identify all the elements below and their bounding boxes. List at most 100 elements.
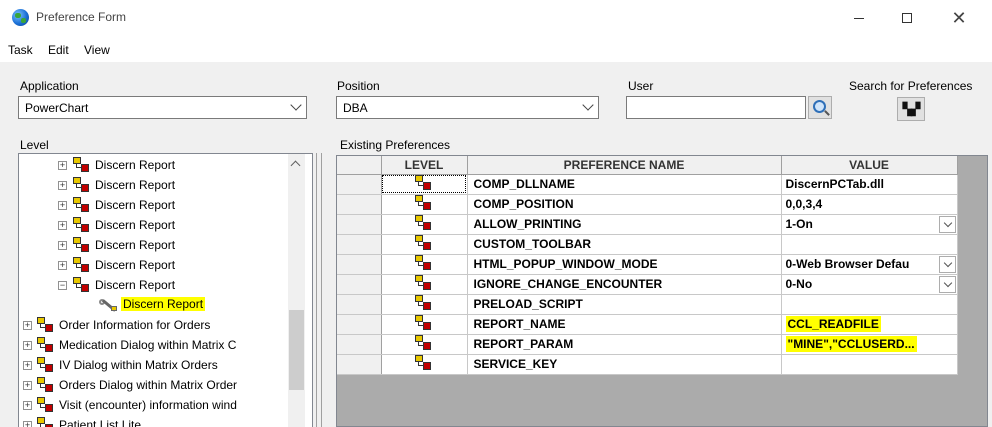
preference-name-cell[interactable]: ALLOW_PRINTING: [467, 214, 782, 235]
chevron-down-icon[interactable]: [938, 215, 956, 233]
preference-value-cell[interactable]: 0-Web Browser Defau: [781, 254, 958, 275]
tree-item-label: Order Information for Orders: [59, 318, 211, 332]
row-header[interactable]: [337, 214, 382, 235]
user-label: User: [628, 79, 654, 93]
title-bar: Preference Form ✕: [0, 0, 992, 36]
expand-icon[interactable]: +: [58, 241, 67, 250]
expand-icon[interactable]: +: [23, 321, 32, 330]
level-cell[interactable]: [381, 274, 468, 295]
row-header[interactable]: [337, 294, 382, 315]
user-input[interactable]: [626, 96, 806, 119]
table-row[interactable]: IGNORE_CHANGE_ENCOUNTER 0-No: [337, 274, 958, 295]
preference-name-cell[interactable]: REPORT_PARAM: [467, 334, 782, 355]
tree-item-label: Discern Report: [95, 158, 176, 172]
minimize-button[interactable]: [836, 0, 882, 36]
preference-value-cell[interactable]: DiscernPCTab.dll: [781, 174, 958, 195]
table-row[interactable]: COMP_POSITION 0,0,3,4: [337, 194, 958, 215]
application-label: Application: [20, 79, 79, 93]
table-row[interactable]: REPORT_NAME CCL_READFILE: [337, 314, 958, 335]
expand-icon[interactable]: +: [58, 221, 67, 230]
preference-name-cell[interactable]: CUSTOM_TOOLBAR: [467, 234, 782, 255]
table-row[interactable]: SERVICE_KEY: [337, 354, 958, 375]
level-cell[interactable]: [381, 334, 468, 355]
table-row[interactable]: CUSTOM_TOOLBAR: [337, 234, 958, 255]
expand-icon[interactable]: +: [23, 341, 32, 350]
position-select[interactable]: DBA: [336, 96, 599, 119]
scroll-up-icon[interactable]: [290, 160, 301, 171]
tree-item-label: Discern Report: [95, 238, 176, 252]
user-search-button[interactable]: [808, 96, 832, 119]
column-header-value[interactable]: VALUE: [781, 156, 958, 175]
maximize-button[interactable]: [884, 0, 930, 36]
expand-icon[interactable]: +: [23, 421, 32, 427]
level-cell[interactable]: [381, 314, 468, 335]
preference-value-cell[interactable]: [781, 294, 958, 315]
preference-name-cell[interactable]: IGNORE_CHANGE_ENCOUNTER: [467, 274, 782, 295]
expand-icon[interactable]: +: [58, 201, 67, 210]
chevron-down-icon: [582, 99, 594, 111]
level-cell[interactable]: [381, 234, 468, 255]
preference-name-cell[interactable]: COMP_DLLNAME: [467, 174, 782, 195]
preference-value-cell[interactable]: 0,0,3,4: [781, 194, 958, 215]
tree-item-label: Medication Dialog within Matrix C: [59, 338, 237, 352]
magnifier-icon: [812, 100, 826, 113]
row-header[interactable]: [337, 334, 382, 355]
preference-level-icon: [415, 274, 433, 291]
application-select[interactable]: PowerChart: [18, 96, 307, 119]
collapse-icon[interactable]: −: [58, 281, 67, 290]
menu-edit[interactable]: Edit: [48, 43, 69, 57]
row-header[interactable]: [337, 234, 382, 255]
level-cell[interactable]: [381, 174, 468, 195]
preference-value-cell[interactable]: CCL_READFILE: [781, 314, 958, 335]
expand-icon[interactable]: +: [23, 361, 32, 370]
preference-name-cell[interactable]: PRELOAD_SCRIPT: [467, 294, 782, 315]
expand-icon[interactable]: +: [58, 161, 67, 170]
expand-icon[interactable]: +: [23, 401, 32, 410]
chevron-down-icon[interactable]: [938, 275, 956, 293]
tree-item-label: Visit (encounter) information wind: [59, 398, 237, 412]
menu-view[interactable]: View: [84, 43, 110, 57]
table-row[interactable]: PRELOAD_SCRIPT: [337, 294, 958, 315]
preference-name-cell[interactable]: HTML_POPUP_WINDOW_MODE: [467, 254, 782, 275]
globe-app-icon: [12, 9, 29, 26]
preferences-grid[interactable]: LEVEL PREFERENCE NAME VALUE COMP_DLLNAME…: [336, 155, 988, 427]
level-cell[interactable]: [381, 214, 468, 235]
row-header[interactable]: [337, 254, 382, 275]
chevron-down-icon[interactable]: [938, 255, 956, 273]
preference-name-cell[interactable]: SERVICE_KEY: [467, 354, 782, 375]
scroll-thumb[interactable]: [289, 310, 304, 390]
window-title: Preference Form: [36, 10, 127, 24]
tree-item-label: Discern Report: [121, 297, 206, 311]
table-row[interactable]: COMP_DLLNAME DiscernPCTab.dll: [337, 174, 958, 195]
row-header[interactable]: [337, 354, 382, 375]
level-cell[interactable]: [381, 294, 468, 315]
level-cell[interactable]: [381, 194, 468, 215]
menu-task[interactable]: Task: [8, 43, 33, 57]
preference-value-cell[interactable]: "MINE","CCLUSERD...: [781, 334, 958, 355]
column-header-level[interactable]: LEVEL: [381, 156, 468, 175]
table-row[interactable]: REPORT_PARAM "MINE","CCLUSERD...: [337, 334, 958, 355]
expand-icon[interactable]: +: [58, 261, 67, 270]
expand-icon[interactable]: +: [23, 381, 32, 390]
panel-splitter[interactable]: [316, 153, 322, 427]
level-cell[interactable]: [381, 254, 468, 275]
level-cell[interactable]: [381, 354, 468, 375]
preference-value-cell[interactable]: [781, 354, 958, 375]
row-header[interactable]: [337, 314, 382, 335]
preference-name-cell[interactable]: REPORT_NAME: [467, 314, 782, 335]
level-tree[interactable]: + Discern Report + Discern Report + Discern R…: [18, 153, 313, 427]
column-header-preference-name[interactable]: PREFERENCE NAME: [467, 156, 782, 175]
row-header[interactable]: [337, 194, 382, 215]
expand-icon[interactable]: +: [58, 181, 67, 190]
close-button[interactable]: ✕: [936, 0, 982, 36]
table-row[interactable]: HTML_POPUP_WINDOW_MODE 0-Web Browser Defa…: [337, 254, 958, 275]
table-row[interactable]: ALLOW_PRINTING 1-On: [337, 214, 958, 235]
row-header[interactable]: [337, 174, 382, 195]
row-header[interactable]: [337, 274, 382, 295]
preference-value-cell[interactable]: 1-On: [781, 214, 958, 235]
preference-value-cell[interactable]: [781, 234, 958, 255]
tree-scrollbar[interactable]: [288, 154, 305, 427]
preference-name-cell[interactable]: COMP_POSITION: [467, 194, 782, 215]
preference-value-cell[interactable]: 0-No: [781, 274, 958, 295]
search-preferences-button[interactable]: ▚▞: [897, 97, 925, 121]
